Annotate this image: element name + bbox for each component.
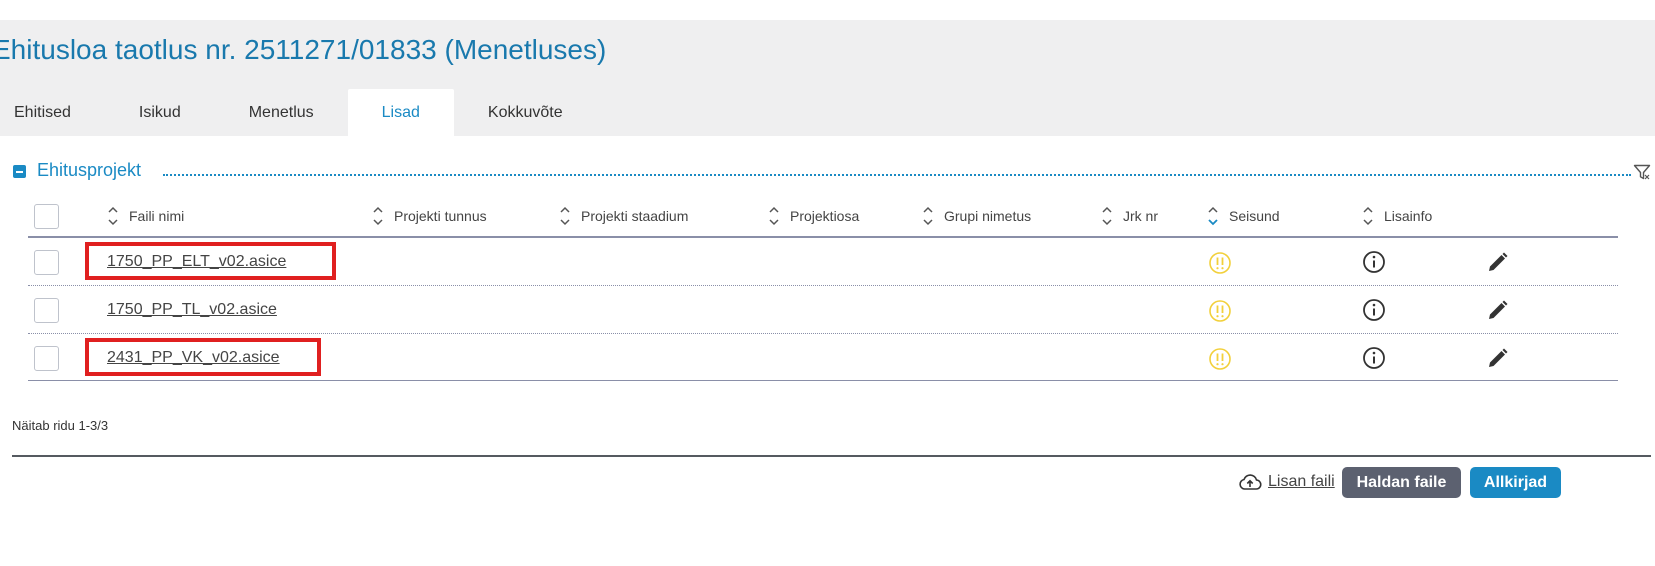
- file-link[interactable]: 1750_PP_ELT_v02.asice: [107, 253, 286, 271]
- column-header-project-stage[interactable]: Projekti staadium: [559, 204, 688, 228]
- row-count-text: Näitab ridu 1-3/3: [12, 418, 109, 433]
- filter-icon[interactable]: [1633, 163, 1651, 181]
- tab-lisad[interactable]: Lisad: [347, 89, 454, 136]
- section-header: Ehitusprojekt: [13, 160, 1651, 184]
- section-title: Ehitusprojekt: [37, 160, 142, 180]
- sort-descending-icon: [1208, 206, 1218, 226]
- warning-icon: [1209, 300, 1231, 322]
- tab-bar: Ehitised Isikud Menetlus Lisad Kokkuvõte: [0, 89, 597, 136]
- tab-isikud[interactable]: Isikud: [105, 89, 215, 136]
- sort-icon: [108, 206, 118, 226]
- footer-divider: [12, 455, 1651, 457]
- info-icon[interactable]: [1362, 298, 1386, 322]
- signatures-button[interactable]: Allkirjad: [1470, 467, 1561, 498]
- select-all-checkbox[interactable]: [34, 204, 59, 229]
- tab-menetlus[interactable]: Menetlus: [215, 89, 348, 136]
- file-link[interactable]: 1750_PP_TL_v02.asice: [107, 301, 277, 319]
- tab-ehitised[interactable]: Ehitised: [0, 89, 105, 136]
- row-checkbox[interactable]: [34, 346, 59, 371]
- cloud-upload-icon: [1239, 474, 1262, 490]
- pencil-icon[interactable]: [1486, 346, 1510, 370]
- info-icon[interactable]: [1362, 250, 1386, 274]
- row-checkbox[interactable]: [34, 298, 59, 323]
- warning-icon: [1209, 348, 1231, 370]
- warning-icon: [1209, 252, 1231, 274]
- section-divider: [163, 174, 1631, 176]
- sort-icon: [923, 206, 933, 226]
- row-checkbox[interactable]: [34, 250, 59, 275]
- sort-icon: [373, 206, 383, 226]
- info-icon[interactable]: [1362, 346, 1386, 370]
- column-header-file-name[interactable]: Faili nimi: [107, 204, 184, 228]
- column-header-group-name[interactable]: Grupi nimetus: [922, 204, 1031, 228]
- tab-kokkuvote[interactable]: Kokkuvõte: [454, 89, 597, 136]
- add-file-link[interactable]: Lisan faili: [1238, 471, 1335, 493]
- column-header-project-part[interactable]: Projektiosa: [768, 204, 859, 228]
- column-header-info[interactable]: Lisainfo: [1362, 204, 1432, 228]
- file-link[interactable]: 2431_PP_VK_v02.asice: [107, 349, 280, 367]
- column-header-project-id[interactable]: Projekti tunnus: [372, 204, 487, 228]
- sort-icon: [560, 206, 570, 226]
- page-title: Ehitusloa taotlus nr. 2511271/01833 (Men…: [0, 34, 607, 65]
- add-file-label: Lisan faili: [1268, 473, 1335, 490]
- column-header-order-no[interactable]: Jrk nr: [1101, 204, 1158, 228]
- files-table: Faili nimi Projekti tunnus Projekti staa…: [28, 194, 1618, 381]
- sort-icon: [1102, 206, 1112, 226]
- table-row: 2431_PP_VK_v02.asice: [28, 334, 1618, 381]
- pencil-icon[interactable]: [1486, 250, 1510, 274]
- manage-files-button[interactable]: Haldan faile: [1342, 467, 1461, 498]
- sort-icon: [769, 206, 779, 226]
- minus-icon[interactable]: [13, 165, 26, 178]
- table-header: Faili nimi Projekti tunnus Projekti staa…: [28, 194, 1618, 238]
- sort-icon: [1363, 206, 1373, 226]
- column-header-status[interactable]: Seisund: [1207, 204, 1280, 228]
- pencil-icon[interactable]: [1486, 298, 1510, 322]
- table-row: 1750_PP_ELT_v02.asice: [28, 238, 1618, 286]
- table-row: 1750_PP_TL_v02.asice: [28, 286, 1618, 334]
